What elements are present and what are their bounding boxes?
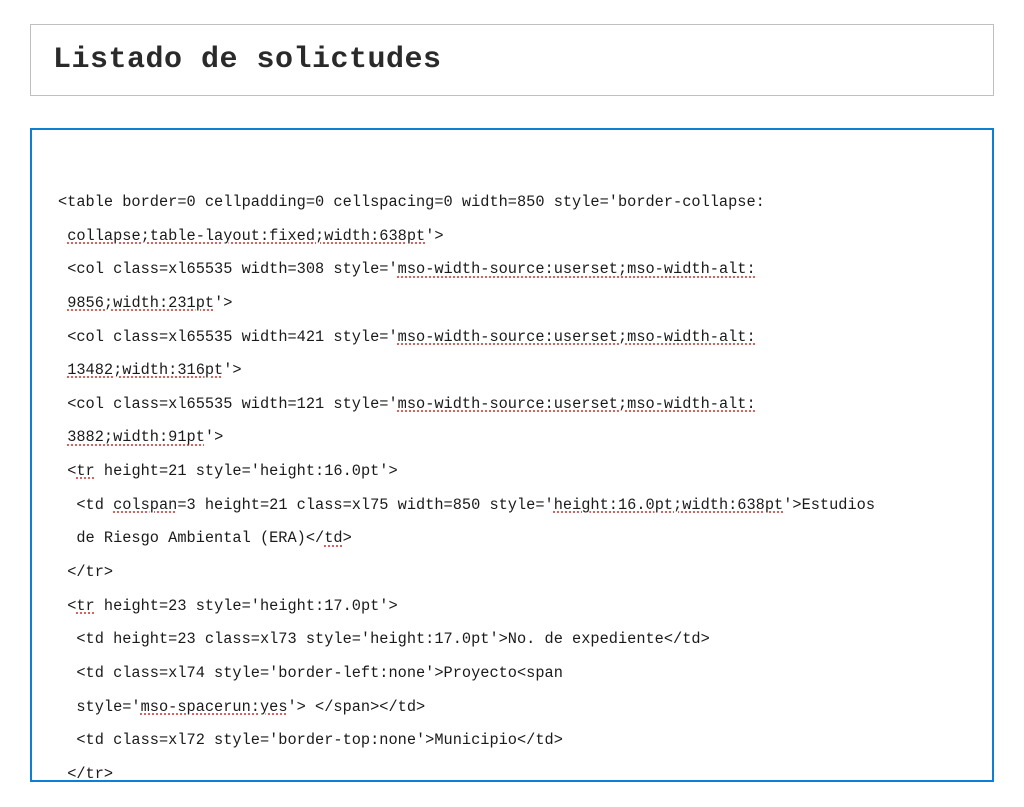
code-line: height=21 style='height:16.0pt'> bbox=[95, 462, 398, 480]
code-line: '> bbox=[214, 294, 232, 312]
code-line: '>Estudios bbox=[783, 496, 875, 514]
code-line: <col class=xl65535 width=121 style=' bbox=[58, 395, 398, 413]
code-line: '> bbox=[223, 361, 241, 379]
code-underline: height:16.0pt;width:638pt bbox=[554, 496, 784, 514]
code-underline: mso-spacerun:yes bbox=[141, 698, 288, 716]
code-line: '> bbox=[425, 227, 443, 245]
code-line: <table border=0 cellpadding=0 cellspacin… bbox=[58, 193, 765, 211]
code-line: height=23 style='height:17.0pt'> bbox=[95, 597, 398, 615]
code-line: <td bbox=[58, 496, 113, 514]
code-underline: 9856;width:231pt bbox=[67, 294, 214, 312]
code-underline: colspan bbox=[113, 496, 177, 514]
page-title: Listado de solictudes bbox=[53, 43, 971, 77]
code-line: <col class=xl65535 width=308 style=' bbox=[58, 260, 398, 278]
code-line: <td height=23 class=xl73 style='height:1… bbox=[58, 630, 710, 648]
code-line: <td class=xl72 style='border-top:none'>M… bbox=[58, 731, 563, 749]
code-underline: tr bbox=[76, 462, 94, 480]
code-line: '> bbox=[205, 428, 223, 446]
code-underline: mso-width-source:userset;mso-width-alt: bbox=[398, 328, 756, 346]
code-line: < bbox=[58, 597, 76, 615]
code-line: <col class=xl65535 width=421 style=' bbox=[58, 328, 398, 346]
code-line: </tr> bbox=[58, 765, 113, 782]
header-box: Listado de solictudes bbox=[30, 24, 994, 96]
code-underline: 13482;width:316pt bbox=[67, 361, 223, 379]
code-line: </tr> bbox=[58, 563, 113, 581]
code-line: < bbox=[58, 462, 76, 480]
code-line: style=' bbox=[58, 698, 141, 716]
code-underline: collapse;table-layout:fixed;width:638pt bbox=[67, 227, 425, 245]
code-underline: 3882;width:91pt bbox=[67, 428, 205, 446]
code-line: =3 height=21 class=xl75 width=850 style=… bbox=[177, 496, 553, 514]
code-line: de Riesgo Ambiental (ERA)</ bbox=[58, 529, 324, 547]
code-line: > bbox=[343, 529, 352, 547]
code-line: <td class=xl74 style='border-left:none'>… bbox=[58, 664, 563, 682]
code-line: '> </span></td> bbox=[288, 698, 426, 716]
code-underline: mso-width-source:userset;mso-width-alt: bbox=[398, 395, 756, 413]
code-underline: tr bbox=[76, 597, 94, 615]
code-block: <table border=0 cellpadding=0 cellspacin… bbox=[30, 128, 994, 782]
code-underline: mso-width-source:userset;mso-width-alt: bbox=[398, 260, 756, 278]
code-underline: td bbox=[324, 529, 342, 547]
